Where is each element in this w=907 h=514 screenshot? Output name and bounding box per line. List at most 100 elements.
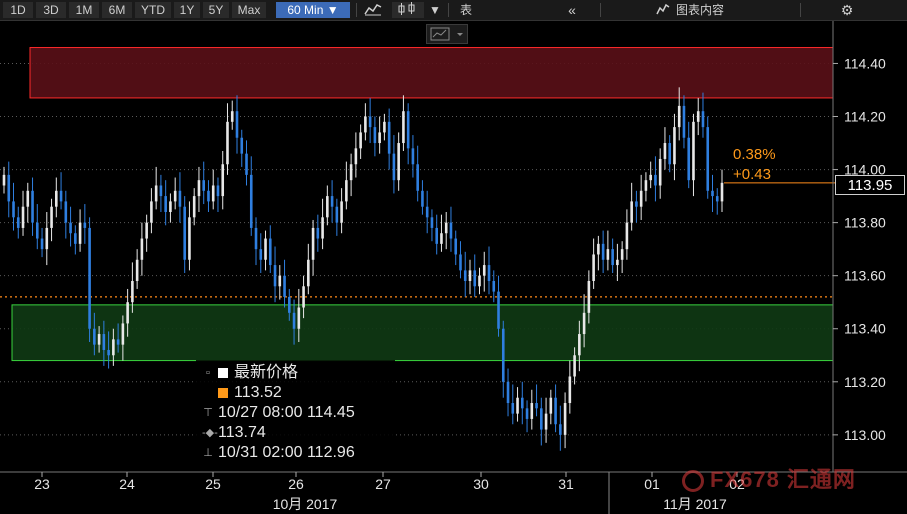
candle-body: [663, 143, 667, 159]
y-tick-label: 114.20: [844, 109, 886, 125]
y-tick-label: 113.00: [844, 427, 886, 443]
candle-body: [2, 174, 6, 186]
chart-content-icon[interactable]: [655, 2, 671, 18]
mini-chart-tool[interactable]: [426, 24, 468, 44]
candle-body: [392, 153, 396, 181]
candle-body: [287, 296, 291, 313]
candle-body: [544, 413, 548, 430]
y-tick-label: 113.80: [844, 215, 886, 231]
candle-body: [620, 249, 624, 260]
candle-body: [140, 238, 144, 260]
x-tick-label: 25: [205, 476, 221, 492]
gear-icon[interactable]: ⚙: [838, 2, 856, 18]
candle-body: [611, 249, 614, 266]
chevron-down-icon[interactable]: ▼: [428, 2, 442, 18]
range-button-6m[interactable]: 6M: [102, 2, 132, 18]
interval-selector[interactable]: 60 Min ▼: [276, 2, 350, 18]
candle-body: [520, 397, 524, 409]
legend-box: ▫ 最新价格 113.52 ⊤ 10/27 08:00 114.45 -◆-113.…: [196, 360, 395, 464]
average-marker-icon: -◆-: [202, 427, 218, 439]
candle-body: [278, 275, 282, 287]
candle-body: [21, 206, 25, 228]
candle-body: [554, 397, 557, 425]
line-chart-icon[interactable]: [362, 2, 384, 18]
x-tick-label: 23: [34, 476, 50, 492]
candle-body: [7, 174, 11, 202]
candle-body: [254, 227, 258, 250]
table-view-button[interactable]: 表: [460, 2, 472, 18]
candle-body: [368, 116, 372, 128]
candle-body: [430, 217, 434, 228]
candle-body: [444, 222, 448, 234]
month-label: 10月 2017: [273, 496, 338, 512]
candle-body: [173, 190, 177, 202]
candle-body: [421, 190, 424, 207]
legend-high-row: ⊤ 10/27 08:00 114.45: [202, 403, 355, 423]
candle-body: [135, 259, 139, 281]
candle-body: [31, 190, 34, 223]
candle-body: [478, 275, 481, 287]
candle-body: [440, 233, 443, 244]
candle-body: [516, 397, 519, 414]
candle-body: [202, 180, 206, 191]
candle-body: [573, 355, 576, 377]
watermark-logo: FX678 汇通网: [682, 462, 856, 494]
toolbar-divider: [800, 3, 801, 17]
candle-body: [321, 217, 324, 239]
candle-body: [559, 424, 562, 435]
candle-body: [154, 185, 158, 202]
candle-body: [715, 196, 719, 202]
resistance-zone: [29, 47, 834, 99]
collapse-icon[interactable]: ▫: [202, 363, 214, 383]
candle-body: [644, 180, 648, 191]
candle-body: [340, 201, 343, 223]
candle-body: [69, 222, 72, 234]
candle-body: [578, 334, 581, 356]
candle-body: [459, 254, 462, 271]
range-button-ytd[interactable]: YTD: [135, 2, 171, 18]
candle-body: [97, 334, 101, 345]
candle-body: [59, 190, 63, 202]
candle-body: [330, 196, 334, 207]
candle-body: [192, 196, 196, 218]
candle-body: [492, 280, 496, 292]
candle-body: [145, 222, 148, 239]
candle-body: [169, 201, 172, 213]
y-tick-label: 113.20: [844, 374, 886, 390]
candle-body: [425, 206, 429, 218]
candle-body: [88, 227, 91, 329]
candle-body: [354, 148, 358, 165]
candle-body: [64, 201, 68, 223]
candle-body: [654, 174, 657, 186]
candle-body: [164, 196, 167, 213]
range-button-5y[interactable]: 5Y: [203, 2, 229, 18]
candle-body: [649, 174, 652, 181]
candle-body: [378, 132, 381, 144]
range-button-3d[interactable]: 3D: [36, 2, 66, 18]
candle-body: [687, 137, 691, 181]
candle-body: [587, 280, 591, 313]
candle-body: [701, 111, 705, 128]
candle-body: [259, 249, 263, 260]
range-button-1d[interactable]: 1D: [3, 2, 33, 18]
chart-content-button[interactable]: 图表内容: [676, 2, 724, 18]
candle-body: [568, 376, 572, 404]
candle-body: [335, 206, 339, 223]
legend-last-row: 113.52: [202, 383, 282, 403]
chart-toolbar: 1D 3D 1M 6M YTD 1Y 5Y Max 60 Min ▼ ▼ 表 « 图表内容 ⚙: [0, 0, 907, 21]
x-tick-label: 27: [375, 476, 391, 492]
range-button-max[interactable]: Max: [232, 2, 266, 18]
candle-body: [706, 127, 710, 191]
candle-body: [454, 238, 458, 255]
legend-low-value: 10/31 02:00 112.96: [218, 444, 355, 462]
candle-body: [411, 148, 415, 165]
candle-body: [692, 121, 695, 181]
candle-body: [268, 238, 272, 266]
candle-body: [102, 334, 106, 350]
range-button-1m[interactable]: 1M: [69, 2, 99, 18]
candle-body: [45, 227, 49, 250]
collapse-panel-icon[interactable]: «: [560, 2, 584, 18]
candlestick-chart-icon[interactable]: [392, 2, 424, 18]
candle-body: [658, 158, 662, 186]
range-button-1y[interactable]: 1Y: [174, 2, 200, 18]
